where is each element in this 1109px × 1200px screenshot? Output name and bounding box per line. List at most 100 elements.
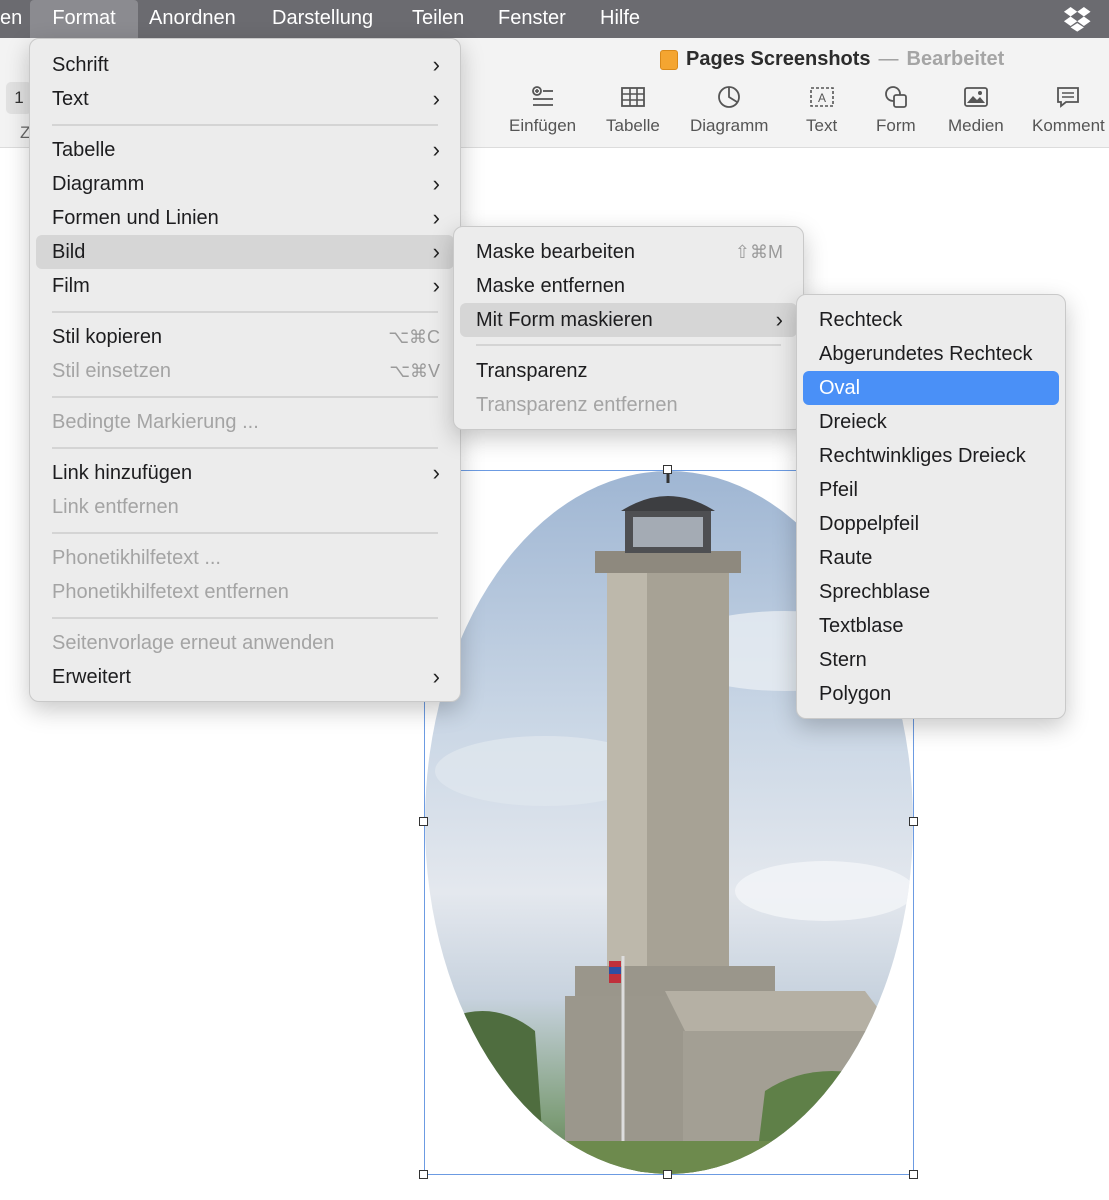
menu-item-transparenz-entfernen: Transparenz entfernen: [476, 394, 678, 416]
toolbar-comment-button[interactable]: Komment: [1032, 84, 1105, 136]
chevron-right-icon: ›: [432, 137, 440, 162]
pages-document-icon: [660, 49, 678, 70]
menu-separator: [52, 311, 438, 313]
resize-handle-bottom[interactable]: [663, 1170, 672, 1179]
menu-item-teilen[interactable]: Teilen: [402, 0, 474, 38]
label: Stil einsetzen: [52, 360, 171, 382]
toolbar-insert-button[interactable]: Einfügen: [509, 84, 576, 136]
chevron-right-icon: ›: [432, 86, 440, 111]
mask-shape-submenu: Rechteck Abgerundetes Rechteck Oval Drei…: [796, 294, 1066, 719]
toolbar-comment-label: Komment: [1032, 116, 1105, 135]
menu-separator: [52, 124, 438, 126]
menu-item-phonetikhilfetext: Phonetikhilfetext ...: [52, 547, 221, 569]
menu-bar: en Format Anordnen Darstellung Teilen Fe…: [0, 0, 1109, 38]
menu-item-stil-kopieren[interactable]: Stil kopieren ⌥⌘C: [36, 320, 454, 354]
menu-item-seitenvorlage: Seitenvorlage erneut anwenden: [52, 632, 335, 654]
menu-item-diagramm[interactable]: Diagramm ›: [36, 167, 454, 201]
resize-handle-bottom-right[interactable]: [909, 1170, 918, 1179]
toolbar-table-label: Tabelle: [606, 116, 660, 135]
resize-handle-bottom-left[interactable]: [419, 1170, 428, 1179]
menu-item-oval[interactable]: Oval: [803, 371, 1059, 405]
toolbar-media-button[interactable]: Medien: [948, 84, 1004, 136]
menu-item-maske-bearbeiten[interactable]: Maske bearbeiten ⇧⌘M: [460, 235, 797, 269]
chevron-right-icon: ›: [432, 273, 440, 298]
toolbar-insert-label: Einfügen: [509, 116, 577, 135]
menu-item-rechteck[interactable]: Rechteck: [803, 303, 1059, 337]
menu-item-phonetikhilfetext-entfernen: Phonetikhilfetext entfernen: [52, 581, 289, 603]
toolbar-chart-button[interactable]: Diagramm: [690, 84, 768, 136]
menu-item-polygon[interactable]: Polygon: [803, 677, 1059, 711]
menu-item-mit-form-maskieren[interactable]: Mit Form maskieren ›: [460, 303, 797, 337]
menu-item-pfeil[interactable]: Pfeil: [803, 473, 1059, 507]
resize-handle-left[interactable]: [419, 817, 428, 826]
menu-separator: [52, 447, 438, 449]
menu-item-text[interactable]: Text ›: [36, 82, 454, 116]
menu-item-textblase[interactable]: Textblase: [803, 609, 1059, 643]
menu-item-abgerundetes-rechteck[interactable]: Abgerundetes Rechteck: [803, 337, 1059, 371]
menu-item-stern[interactable]: Stern: [803, 643, 1059, 677]
textbox-icon: A: [809, 87, 834, 107]
chevron-right-icon: ›: [432, 664, 440, 689]
menu-item-format[interactable]: Format: [30, 0, 138, 38]
menu-item-fenster[interactable]: Fenster: [488, 0, 576, 38]
menu-item-raute[interactable]: Raute: [803, 541, 1059, 575]
toolbar-text-button[interactable]: A Text: [806, 84, 837, 136]
shape-icon: [884, 86, 907, 108]
label: Bild: [52, 241, 86, 263]
window-title: Pages Screenshots — Bearbeitet: [660, 48, 1004, 71]
shortcut: ⌥⌘V: [389, 361, 440, 381]
menu-item-erweitert[interactable]: Erweitert ›: [36, 660, 454, 694]
chart-icon: [718, 86, 741, 108]
toolbar-chart-label: Diagramm: [690, 116, 769, 135]
toolbar-table-button[interactable]: Tabelle: [606, 84, 660, 136]
label: Film: [52, 275, 90, 297]
chevron-right-icon: ›: [432, 171, 440, 196]
menu-item-hilfe[interactable]: Hilfe: [590, 0, 650, 38]
label: Stil kopieren: [52, 326, 163, 348]
bild-submenu: Maske bearbeiten ⇧⌘M Maske entfernen Mit …: [453, 226, 804, 430]
menu-separator: [52, 617, 438, 619]
svg-text:A: A: [818, 91, 826, 105]
chevron-right-icon: ›: [432, 239, 440, 264]
menu-item-link-entfernen: Link entfernen: [52, 496, 179, 518]
menu-item-maske-entfernen[interactable]: Maske entfernen: [460, 269, 797, 303]
menu-item-schrift[interactable]: Schrift ›: [36, 48, 454, 82]
menu-item-tabelle[interactable]: Tabelle ›: [36, 133, 454, 167]
label: Tabelle: [52, 139, 116, 161]
resize-handle-right[interactable]: [909, 817, 918, 826]
insert-icon: [531, 86, 553, 106]
chevron-right-icon: ›: [432, 205, 440, 230]
chevron-right-icon: ›: [775, 307, 783, 332]
menu-item-bild[interactable]: Bild ›: [36, 235, 454, 269]
table-icon: [621, 87, 645, 107]
menu-item-link-hinzufuegen[interactable]: Link hinzufügen ›: [36, 456, 454, 490]
menu-item-dreieck[interactable]: Dreieck: [803, 405, 1059, 439]
media-icon: [963, 87, 988, 107]
document-state: Bearbeitet: [906, 48, 1005, 70]
document-name: Pages Screenshots: [686, 48, 871, 70]
shortcut: ⇧⌘M: [734, 242, 783, 262]
chevron-right-icon: ›: [432, 52, 440, 77]
toolbar-shape-button[interactable]: Form: [876, 84, 916, 136]
menu-item-transparenz[interactable]: Transparenz: [460, 354, 797, 388]
menu-item-formen-und-linien[interactable]: Formen und Linien ›: [36, 201, 454, 235]
menu-separator: [52, 396, 438, 398]
label: Maske bearbeiten: [476, 241, 635, 263]
menu-item-stil-einsetzen: Stil einsetzen ⌥⌘V: [36, 354, 454, 388]
menu-item-rechtwinkliges-dreieck[interactable]: Rechtwinkliges Dreieck: [803, 439, 1059, 473]
label: Formen und Linien: [52, 207, 219, 229]
menu-item-film[interactable]: Film ›: [36, 269, 454, 303]
resize-handle-top[interactable]: [663, 465, 672, 474]
menu-item-truncated[interactable]: en: [0, 0, 32, 38]
menu-item-bedingte-markierung: Bedingte Markierung ...: [52, 411, 259, 433]
label: Mit Form maskieren: [476, 309, 653, 331]
shortcut: ⌥⌘C: [388, 327, 440, 347]
menu-item-doppelpfeil[interactable]: Doppelpfeil: [803, 507, 1059, 541]
menu-item-darstellung[interactable]: Darstellung: [262, 0, 383, 38]
label: Link hinzufügen: [52, 462, 193, 484]
label: Diagramm: [52, 173, 145, 195]
format-menu: Schrift › Text › Tabelle › Diagramm › Formen…: [29, 38, 461, 702]
menu-item-sprechblase[interactable]: Sprechblase: [803, 575, 1059, 609]
menu-item-anordnen[interactable]: Anordnen: [139, 0, 246, 38]
dropbox-icon[interactable]: [1063, 6, 1093, 32]
